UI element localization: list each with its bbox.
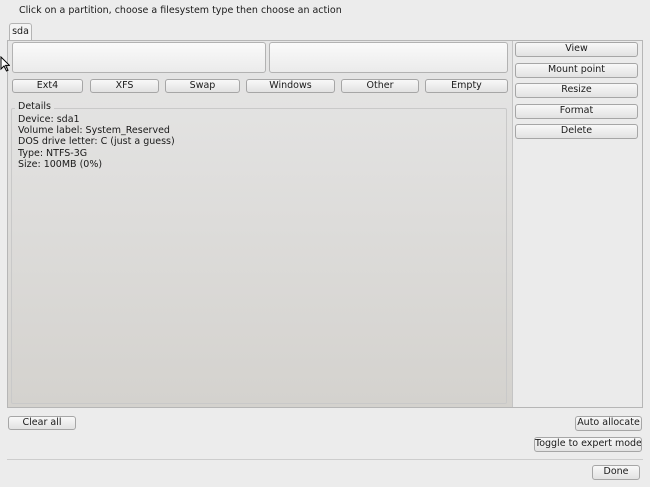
delete-button[interactable]: Delete <box>515 124 638 139</box>
detail-volume-label: Volume label: System_Reserved <box>18 125 170 137</box>
details-content: Device: sda1 Volume label: System_Reserv… <box>18 114 175 170</box>
partition-sda1[interactable] <box>12 42 266 73</box>
details-title: Details <box>15 101 54 112</box>
fs-windows-button[interactable]: Windows <box>246 79 335 93</box>
fs-swap-button[interactable]: Swap <box>165 79 240 93</box>
bottom-separator <box>7 459 643 460</box>
tab-sda[interactable]: sda <box>9 23 32 40</box>
detail-dos-drive: DOS drive letter: C (just a guess) <box>18 136 175 148</box>
detail-type: Type: NTFS-3G <box>18 147 88 159</box>
partition-sda2[interactable] <box>269 42 508 73</box>
fs-ext4-button[interactable]: Ext4 <box>12 79 83 93</box>
fs-other-button[interactable]: Other <box>341 79 419 93</box>
done-button[interactable]: Done <box>592 465 640 480</box>
clear-all-button[interactable]: Clear all <box>8 416 76 430</box>
fs-empty-button[interactable]: Empty <box>425 79 508 93</box>
instruction-text: Click on a partition, choose a filesyste… <box>19 5 342 16</box>
detail-device: Device: sda1 <box>18 114 80 125</box>
format-button[interactable]: Format <box>515 104 638 119</box>
mount-point-button[interactable]: Mount point <box>515 63 638 78</box>
view-button[interactable]: View <box>515 42 638 57</box>
detail-size: Size: 100MB (0%) <box>18 158 103 170</box>
mouse-cursor-icon <box>0 56 10 72</box>
resize-button[interactable]: Resize <box>515 83 638 98</box>
toggle-expert-mode-button[interactable]: Toggle to expert mode <box>534 437 642 452</box>
fs-xfs-button[interactable]: XFS <box>90 79 159 93</box>
auto-allocate-button[interactable]: Auto allocate <box>575 416 642 431</box>
